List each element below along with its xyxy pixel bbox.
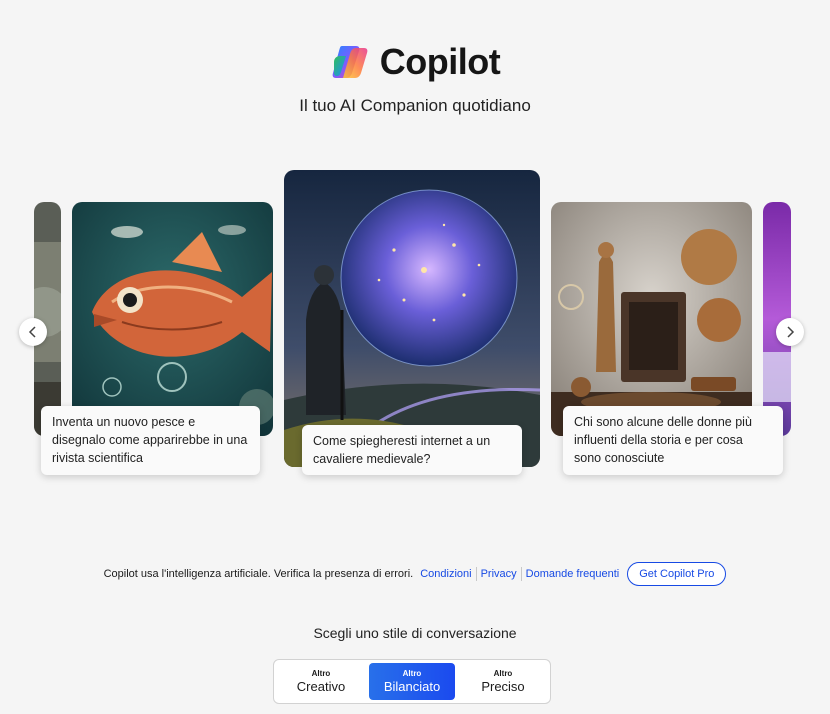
carousel-card-fish[interactable]: [72, 202, 273, 436]
brand: Copilot: [0, 40, 830, 84]
knight-globe-image: [284, 170, 540, 467]
chevron-right-icon: [787, 326, 795, 338]
carousel-card-knight[interactable]: [284, 170, 540, 467]
carousel-prev-button[interactable]: [19, 318, 47, 346]
style-option-more-label: Altro: [402, 668, 422, 678]
history-objects-image: [551, 202, 752, 436]
disclaimer-text: Copilot usa l'intelligenza artificiale. …: [103, 568, 414, 580]
suggestion-carousel: Inventa un nuovo pesce e disegnalo come …: [0, 168, 830, 508]
carousel-card-women-history[interactable]: [551, 202, 752, 436]
chevron-left-icon: [28, 326, 36, 338]
header: Copilot Il tuo AI Companion quotidiano: [0, 40, 830, 116]
tagline: Il tuo AI Companion quotidiano: [299, 96, 531, 115]
style-option-balanced[interactable]: Altro Bilanciato: [369, 663, 455, 700]
link-divider: [520, 567, 522, 581]
card-caption-knight[interactable]: Come spiegheresti internet a un cavalier…: [302, 425, 522, 475]
carousel-next-button[interactable]: [776, 318, 804, 346]
fish-illustration-image: [72, 202, 273, 436]
terms-link[interactable]: Condizioni: [420, 568, 471, 580]
privacy-link[interactable]: Privacy: [481, 568, 517, 580]
disclaimer-bar: Copilot usa l'intelligenza artificiale. …: [0, 562, 830, 586]
style-option-label: Bilanciato: [383, 678, 441, 694]
style-option-more-label: Altro: [493, 668, 513, 678]
get-copilot-pro-button[interactable]: Get Copilot Pro: [627, 562, 727, 586]
style-option-label: Preciso: [481, 678, 525, 694]
style-option-more-label: Altro: [311, 668, 331, 678]
style-option-creative[interactable]: Altro Creativo: [278, 663, 364, 700]
conversation-style-title: Scegli uno stile di conversazione: [313, 625, 517, 641]
conversation-style-picker: Altro Creativo Altro Bilanciato Altro Pr…: [273, 659, 551, 704]
faq-link[interactable]: Domande frequenti: [526, 568, 620, 580]
copilot-logo-icon: [332, 46, 368, 78]
style-option-label: Creativo: [296, 678, 346, 694]
link-divider: [475, 567, 477, 581]
style-option-precise[interactable]: Altro Preciso: [460, 663, 546, 700]
app-title: Copilot: [379, 41, 501, 82]
card-caption-women-history[interactable]: Chi sono alcune delle donne più influent…: [563, 406, 783, 475]
card-caption-fish[interactable]: Inventa un nuovo pesce e disegnalo come …: [41, 406, 260, 475]
